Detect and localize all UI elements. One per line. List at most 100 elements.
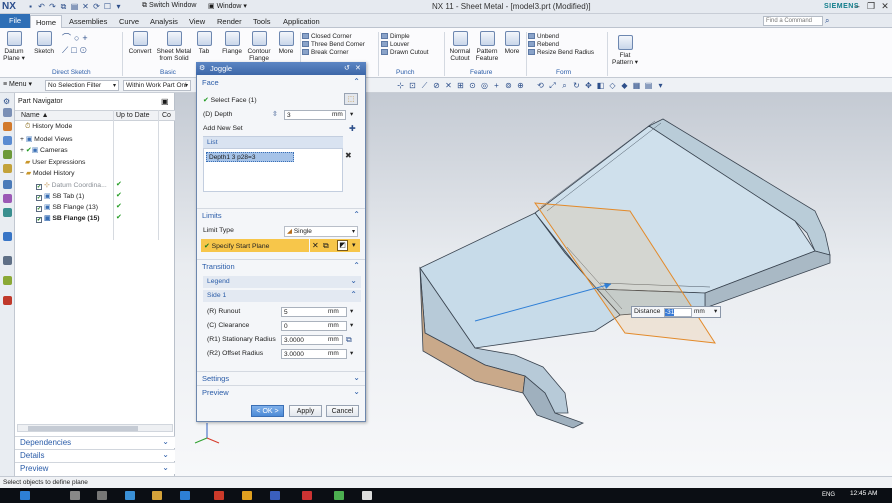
copy-icon[interactable]: ⧉ xyxy=(59,2,68,11)
utility-icon[interactable] xyxy=(334,491,344,500)
tree-row-model-history[interactable]: − ▰ Model History xyxy=(20,169,75,177)
control-point-snap-icon[interactable]: ⊘ xyxy=(432,81,441,90)
louver-button[interactable]: Louver xyxy=(381,41,429,49)
tree-row-model-views[interactable]: + ▣ Model Views xyxy=(20,135,73,143)
rebend-button[interactable]: Rebend xyxy=(528,41,594,49)
tree-row-sb-tab[interactable]: ✔ ▣ SB Tab (1) xyxy=(36,192,84,201)
touch-mode-icon[interactable]: ☐ xyxy=(103,2,112,11)
link-icon[interactable]: ⧉ xyxy=(346,335,352,345)
view-orient-icon[interactable]: ⟲ xyxy=(536,81,545,90)
command-search-input[interactable]: Find a Command xyxy=(763,16,823,26)
select-face-row[interactable]: ✔ Select Face (1) xyxy=(203,96,257,104)
preview-nav-section[interactable]: Preview ⌄ xyxy=(15,462,175,474)
history-icon[interactable] xyxy=(3,194,12,203)
tree-row-cameras[interactable]: + ✔▣ Cameras xyxy=(20,146,68,154)
preview-section-header[interactable]: Preview ⌄ xyxy=(197,385,365,398)
repeat-icon[interactable]: ⟳ xyxy=(92,2,101,11)
details-section[interactable]: Details ⌄ xyxy=(15,449,175,461)
plane-dropdown-icon[interactable]: ▾ xyxy=(352,241,356,249)
runout-dropdown-icon[interactable]: ▾ xyxy=(350,307,353,315)
tab-view[interactable]: View xyxy=(184,15,210,28)
depth-dropdown-icon[interactable]: ▾ xyxy=(350,110,353,118)
fit-view-icon[interactable]: ⤢ xyxy=(548,81,557,90)
column-comment[interactable]: Co xyxy=(162,112,171,119)
tree-row-datum-csys[interactable]: ✔ ⊹ Datum Coordina... xyxy=(36,181,107,190)
selection-filter-dropdown[interactable]: No Selection Filter xyxy=(45,80,119,91)
selection-scope-dropdown[interactable]: Within Work Part Onl xyxy=(123,80,191,91)
tab-curve[interactable]: Curve xyxy=(114,15,144,28)
more-feature-button[interactable]: More xyxy=(501,31,523,55)
drawn-cutout-button[interactable]: Drawn Cutout xyxy=(381,49,429,57)
restore-icon[interactable]: ❐ xyxy=(864,0,878,13)
list-item-depth1[interactable]: Depth1 3 p28=3 xyxy=(206,152,294,162)
flat-pattern-button[interactable]: Flat Pattern ▾ xyxy=(611,35,639,66)
palette-icon[interactable] xyxy=(3,276,12,285)
remove-list-item-icon[interactable]: ✖ xyxy=(345,151,352,160)
nx-taskbar-icon[interactable] xyxy=(302,491,312,500)
checkbox[interactable]: ✔ xyxy=(36,217,42,223)
tree-row-user-expressions[interactable]: ▰ User Expressions xyxy=(25,158,85,166)
window-menu-button[interactable]: ▣ Window ▾ xyxy=(208,2,247,10)
start-icon[interactable] xyxy=(20,491,30,500)
three-bend-corner-button[interactable]: Three Bend Corner xyxy=(302,41,365,49)
expression-icon[interactable]: ⇳ xyxy=(272,110,282,120)
save-icon[interactable]: ▪ xyxy=(26,2,35,11)
legend-subsection[interactable]: Legend ⌄ xyxy=(203,276,361,288)
unbend-button[interactable]: Unbend xyxy=(528,33,594,41)
system-scene-icon[interactable] xyxy=(3,256,12,265)
tab-tools[interactable]: Tools xyxy=(248,15,276,28)
transition-section-header[interactable]: Transition ⌃ xyxy=(197,259,365,272)
select-face-icon[interactable]: ⬚ xyxy=(344,93,358,105)
clearance-dropdown-icon[interactable]: ▾ xyxy=(350,321,353,329)
tab-assemblies[interactable]: Assemblies xyxy=(64,15,112,28)
scrollbar-thumb[interactable] xyxy=(28,426,138,431)
zoom-icon[interactable]: ⌕ xyxy=(560,81,569,90)
cancel-button[interactable]: Cancel xyxy=(326,405,359,417)
undo-icon[interactable]: ↶ xyxy=(37,2,46,11)
manufacturing-wizard-icon[interactable] xyxy=(3,296,12,305)
tree-row-sb-flange-13[interactable]: ✔ ▣ SB Flange (13) xyxy=(36,203,98,212)
section-view-icon[interactable]: ▦ xyxy=(632,81,641,90)
tab-feature-button[interactable]: Tab xyxy=(194,31,214,55)
task-view-icon[interactable] xyxy=(97,491,107,500)
render-style-icon[interactable]: ◧ xyxy=(596,81,605,90)
language-indicator[interactable]: ENG xyxy=(822,492,835,498)
tab-file[interactable]: File xyxy=(0,14,30,28)
midpoint-snap-icon[interactable]: ⟋ xyxy=(420,81,429,90)
more-basic-button[interactable]: More xyxy=(275,31,297,55)
pattern-feature-button[interactable]: Pattern Feature xyxy=(474,31,500,62)
tree-row-history-mode[interactable]: ⏱ History Mode xyxy=(25,123,72,131)
minimize-icon[interactable]: – xyxy=(850,0,864,13)
plane-dialog-icon[interactable]: ⧉ xyxy=(323,241,329,251)
media-icon[interactable] xyxy=(214,491,224,500)
offset-radius-dropdown-icon[interactable]: ▾ xyxy=(350,349,353,357)
datum-plane-button[interactable]: Datum Plane ▾ xyxy=(2,31,26,62)
edge-icon[interactable] xyxy=(125,491,135,500)
point-on-curve-icon[interactable]: ⊞ xyxy=(456,81,465,90)
snap-icon[interactable]: ⊹ xyxy=(396,81,405,90)
convert-button[interactable]: Convert xyxy=(126,31,154,55)
endpoint-snap-icon[interactable]: ⊡ xyxy=(408,81,417,90)
part-navigator-icon[interactable] xyxy=(3,136,12,145)
sheet-metal-from-solid-button[interactable]: Sheet Metal from Solid xyxy=(156,31,192,62)
file-explorer-icon[interactable] xyxy=(152,491,162,500)
resize-bend-radius-button[interactable]: Resize Bend Radius xyxy=(528,49,594,57)
web-browser-icon[interactable] xyxy=(3,180,12,189)
tab-render[interactable]: Render xyxy=(212,15,247,28)
checkbox[interactable]: ✔ xyxy=(36,206,42,212)
layer-icon[interactable]: ▤ xyxy=(644,81,653,90)
paste-icon[interactable]: ▤ xyxy=(70,2,79,11)
shaded-icon[interactable]: ◆ xyxy=(620,81,629,90)
plane-type-icon[interactable]: ◩ xyxy=(337,240,348,251)
tab-application[interactable]: Application xyxy=(278,15,325,28)
dialog-close-icon[interactable]: ✕ xyxy=(355,64,361,72)
tab-home[interactable]: Home xyxy=(30,15,63,28)
existing-point-icon[interactable]: + xyxy=(492,81,501,90)
side1-subsection[interactable]: Side 1 ⌃ xyxy=(203,290,361,302)
point-on-face-icon[interactable]: ⊚ xyxy=(504,81,513,90)
store-icon[interactable] xyxy=(180,491,190,500)
redo-icon[interactable]: ↷ xyxy=(48,2,57,11)
ok-button[interactable]: < OK > xyxy=(251,405,284,417)
wireframe-icon[interactable]: ◇ xyxy=(608,81,617,90)
settings-gear-icon[interactable]: ⚙ xyxy=(3,97,10,106)
